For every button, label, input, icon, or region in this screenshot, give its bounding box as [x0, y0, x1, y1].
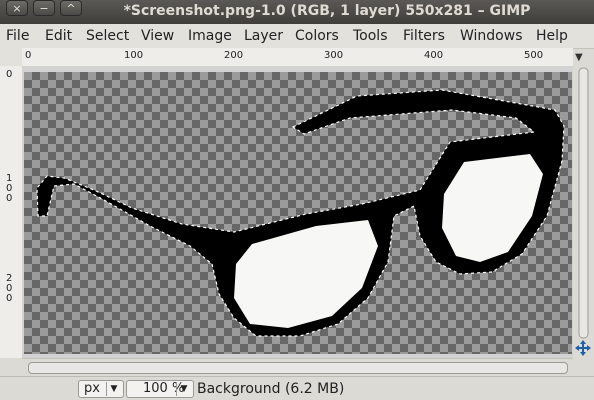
menu-colors[interactable]: Colors — [295, 28, 339, 44]
quick-mask-corner[interactable] — [0, 48, 23, 67]
menu-bar: File Edit Select View Image Layer Colors… — [0, 24, 594, 49]
ruler-tick: 200 — [224, 50, 244, 61]
menu-filters[interactable]: Filters — [403, 28, 445, 44]
ruler-tick: 1 0 0 — [6, 173, 13, 204]
zoom-selector[interactable]: 100 % ▼ — [126, 380, 194, 398]
dropdown-arrow-icon[interactable]: ▼ — [106, 382, 121, 396]
ruler-tick: 400 — [424, 50, 444, 61]
menu-select[interactable]: Select — [86, 28, 129, 44]
ruler-tick: 100 — [124, 50, 144, 61]
dropdown-arrow-icon[interactable]: ▼ — [176, 382, 191, 396]
menu-help[interactable]: Help — [536, 28, 568, 44]
ruler-tick: 0 — [25, 50, 32, 61]
ruler-tick: 0 — [6, 69, 13, 80]
menu-tools[interactable]: Tools — [353, 28, 388, 44]
vertical-ruler[interactable]: 0 1 0 0 2 0 0 — [0, 66, 23, 358]
ruler-tick: 500 — [524, 50, 544, 61]
menu-layer[interactable]: Layer — [244, 28, 283, 44]
ruler-tick: 2 0 0 — [6, 273, 13, 304]
vertical-scrollbar[interactable] — [573, 66, 594, 358]
horizontal-scroll-thumb[interactable] — [28, 362, 568, 374]
image-canvas[interactable] — [22, 66, 573, 358]
window-title: *Screenshot.png-1.0 (RGB, 1 layer) 550x2… — [123, 3, 531, 19]
menu-image[interactable]: Image — [188, 28, 232, 44]
status-bar: px ▼ 100 % ▼ Background (6.2 MB) — [0, 376, 594, 400]
horizontal-scrollbar[interactable] — [22, 358, 573, 377]
horizontal-ruler[interactable]: 0 100 200 300 400 500 — [22, 48, 573, 67]
glasses-image — [36, 89, 565, 337]
layer-info: Background (6.2 MB) — [197, 381, 345, 397]
menu-windows[interactable]: Windows — [460, 28, 523, 44]
title-bar: × − ^ *Screenshot.png-1.0 (RGB, 1 layer)… — [0, 0, 594, 24]
navigate-arrow-icon[interactable]: ▼ — [575, 52, 583, 63]
menu-edit[interactable]: Edit — [45, 28, 72, 44]
unit-selector[interactable]: px ▼ — [78, 380, 124, 398]
menu-file[interactable]: File — [6, 28, 29, 44]
unit-value: px — [84, 381, 100, 396]
navigate-icon — [575, 340, 591, 356]
menu-view[interactable]: View — [141, 28, 174, 44]
ruler-tick: 300 — [324, 50, 344, 61]
